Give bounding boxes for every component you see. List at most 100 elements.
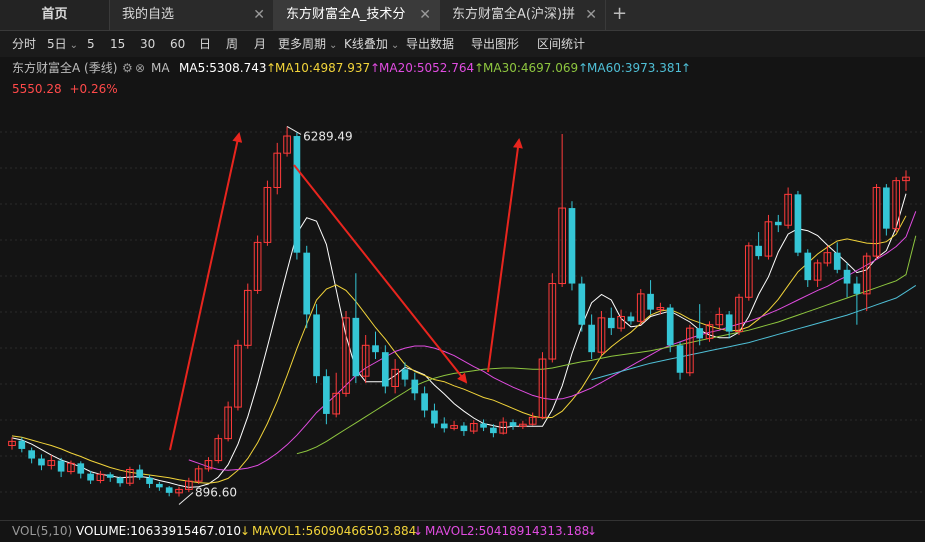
candle bbox=[391, 359, 399, 394]
candle bbox=[224, 401, 232, 442]
candle bbox=[833, 242, 841, 274]
candle bbox=[8, 437, 16, 450]
candle-body bbox=[578, 283, 586, 325]
candle bbox=[332, 372, 341, 418]
candle bbox=[243, 283, 252, 349]
candle-body bbox=[116, 477, 124, 484]
candle-body bbox=[146, 477, 153, 484]
candle bbox=[47, 455, 56, 470]
candle bbox=[696, 304, 704, 346]
candle bbox=[421, 386, 428, 418]
chart-grid bbox=[0, 131, 925, 493]
chart-annotations: 6289.49 896.60 bbox=[178, 126, 353, 505]
candle bbox=[313, 304, 320, 384]
candle-body bbox=[696, 328, 704, 339]
candle-body bbox=[313, 314, 320, 377]
candle bbox=[293, 132, 301, 260]
candle bbox=[57, 457, 65, 478]
candle bbox=[431, 403, 438, 428]
candle bbox=[519, 420, 527, 430]
candle bbox=[372, 331, 379, 360]
candle bbox=[156, 481, 163, 491]
candle bbox=[234, 339, 242, 411]
candle-body bbox=[136, 469, 144, 478]
moving-average-lines bbox=[11, 193, 917, 488]
candle-body bbox=[833, 252, 841, 270]
candle bbox=[804, 249, 812, 287]
candle bbox=[106, 472, 114, 482]
candle bbox=[87, 470, 94, 484]
candle bbox=[588, 314, 595, 360]
candle bbox=[558, 133, 566, 287]
candle-body bbox=[323, 376, 330, 414]
candle-body bbox=[401, 369, 409, 380]
candle-body bbox=[666, 307, 674, 346]
mavol2-value: MAVOL2:50418914313.188 bbox=[425, 524, 590, 538]
candle-body bbox=[440, 423, 448, 429]
candle bbox=[813, 259, 822, 287]
candle-body bbox=[883, 187, 890, 229]
candle-body bbox=[647, 293, 654, 310]
candle bbox=[352, 273, 360, 384]
candle bbox=[538, 352, 547, 420]
candle-body bbox=[106, 474, 114, 478]
candle bbox=[96, 470, 105, 484]
candle bbox=[194, 465, 203, 484]
candle-body bbox=[755, 245, 762, 257]
candle bbox=[480, 419, 487, 432]
candle bbox=[794, 190, 802, 257]
candle-body bbox=[352, 317, 360, 377]
candle bbox=[361, 335, 370, 384]
candle bbox=[38, 454, 45, 471]
candle-body bbox=[156, 483, 163, 488]
candle bbox=[578, 276, 586, 332]
candle-body bbox=[588, 324, 595, 353]
candle-body bbox=[490, 427, 497, 434]
candlestick-chart[interactable]: 6289.49 896.60 bbox=[0, 0, 925, 541]
candle bbox=[862, 252, 871, 311]
candle bbox=[902, 170, 910, 191]
mavol1-value: MAVOL1:56090466503.884 bbox=[252, 524, 417, 538]
candle bbox=[715, 307, 724, 329]
low-price-pointer bbox=[178, 492, 194, 505]
high-price-pointer bbox=[286, 126, 302, 135]
candle bbox=[676, 341, 684, 380]
candle bbox=[381, 345, 389, 394]
volume-value: VOLUME:10633915467.010 bbox=[76, 524, 241, 538]
candle bbox=[548, 273, 557, 363]
candle-body bbox=[293, 136, 301, 253]
candle-body bbox=[18, 440, 26, 449]
candle bbox=[892, 177, 901, 233]
candle bbox=[528, 412, 537, 426]
candle bbox=[872, 184, 881, 260]
candle-body bbox=[607, 317, 615, 329]
candle bbox=[214, 434, 223, 464]
candle bbox=[116, 476, 124, 487]
candle bbox=[469, 420, 478, 434]
candle-body bbox=[804, 252, 812, 281]
candle bbox=[597, 311, 606, 356]
candle-body bbox=[460, 425, 468, 432]
high-price-label: 6289.49 bbox=[303, 129, 353, 143]
candle-body bbox=[853, 283, 861, 294]
candle bbox=[784, 187, 792, 229]
candle bbox=[843, 262, 851, 298]
candle bbox=[627, 312, 635, 325]
candle bbox=[263, 180, 272, 246]
candle-body bbox=[480, 423, 487, 428]
candle bbox=[273, 142, 282, 195]
volume-indicator-label: VOL(5,10) bbox=[12, 524, 73, 538]
candle bbox=[764, 214, 773, 260]
candle bbox=[450, 420, 458, 431]
trend-arrow bbox=[169, 132, 243, 451]
candle bbox=[323, 369, 330, 425]
candle bbox=[686, 324, 694, 377]
candle-body bbox=[303, 252, 311, 315]
candle bbox=[28, 447, 35, 464]
candle-body bbox=[725, 314, 733, 332]
candle bbox=[253, 235, 262, 294]
candle bbox=[883, 184, 890, 236]
candle-body bbox=[165, 487, 173, 493]
candle bbox=[303, 245, 311, 329]
candle bbox=[126, 466, 134, 486]
